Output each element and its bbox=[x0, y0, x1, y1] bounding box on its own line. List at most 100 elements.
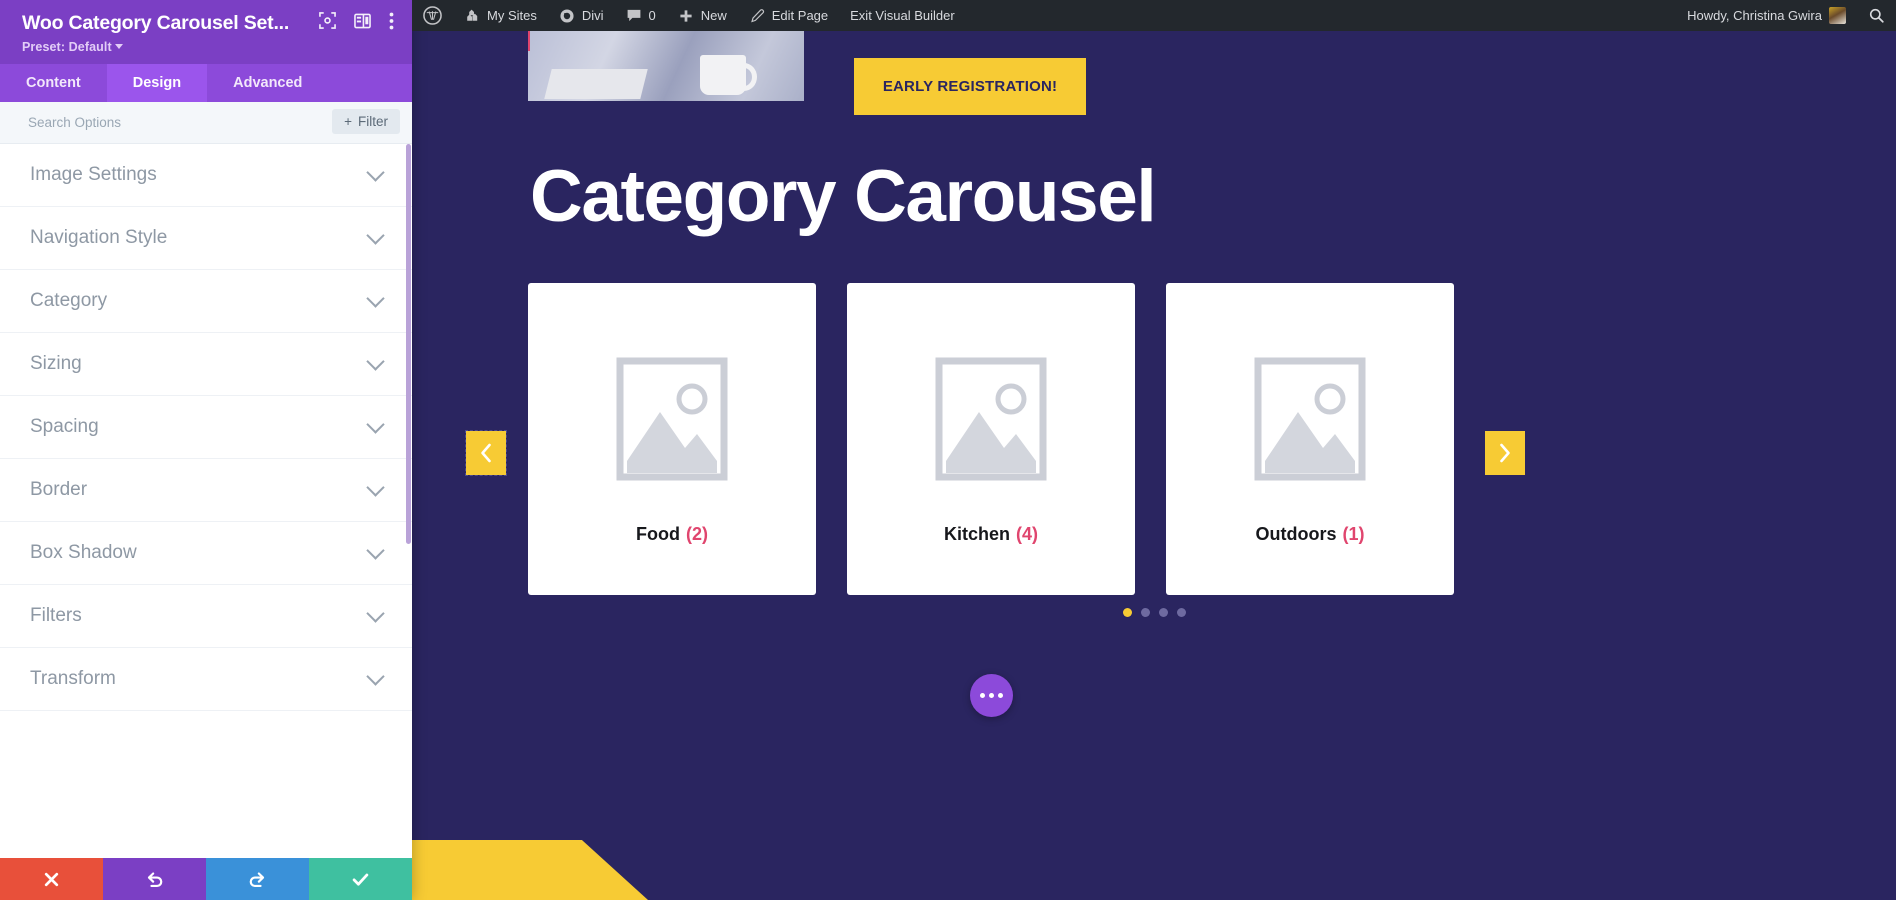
more-vertical-icon[interactable] bbox=[389, 12, 394, 35]
option-label: Category bbox=[30, 290, 108, 312]
category-name: Food bbox=[636, 524, 680, 544]
adminbar-greeting: Howdy, Christina Gwira bbox=[1687, 8, 1822, 23]
plus-icon: + bbox=[344, 114, 352, 130]
page-canvas: EARLY REGISTRATION! Category Carousel Fo… bbox=[412, 31, 1896, 900]
option-row-transform[interactable]: Transform bbox=[0, 648, 412, 712]
option-row-border[interactable]: Border bbox=[0, 459, 412, 523]
option-label: Spacing bbox=[30, 416, 99, 438]
filter-button-label: Filter bbox=[358, 114, 388, 130]
adminbar-item-new[interactable]: New bbox=[667, 0, 738, 31]
option-row-navigation-style[interactable]: Navigation Style bbox=[0, 207, 412, 271]
panel-option-list: Image Settings Navigation Style Category… bbox=[0, 144, 412, 858]
dot-glyph bbox=[998, 693, 1003, 698]
thumbnail-mug-shape bbox=[700, 55, 757, 95]
carousel-pagination bbox=[412, 608, 1896, 617]
category-card-label: Kitchen (4) bbox=[847, 524, 1135, 545]
wordpress-logo-icon bbox=[423, 6, 442, 25]
carousel-dot[interactable] bbox=[1158, 608, 1168, 617]
redo-icon bbox=[249, 872, 265, 888]
panel-header-row: Woo Category Carousel Set... bbox=[22, 11, 394, 35]
category-count: (1) bbox=[1342, 524, 1365, 544]
chevron-down-icon bbox=[366, 415, 385, 434]
search-icon bbox=[1869, 8, 1884, 23]
check-icon bbox=[352, 873, 369, 886]
option-row-category[interactable]: Category bbox=[0, 270, 412, 334]
panel-header-icons bbox=[319, 12, 394, 35]
option-label: Image Settings bbox=[30, 164, 157, 186]
thumbnail-laptop-shape bbox=[544, 69, 648, 99]
category-card[interactable]: Food (2) bbox=[528, 283, 816, 595]
panel-action-bar bbox=[0, 858, 412, 900]
tab-content[interactable]: Content bbox=[0, 64, 107, 102]
adminbar-label: New bbox=[700, 8, 727, 23]
adminbar-label: Exit Visual Builder bbox=[850, 8, 955, 23]
chevron-right-icon bbox=[1500, 443, 1510, 463]
option-label: Navigation Style bbox=[30, 227, 168, 249]
carousel-dot[interactable] bbox=[1176, 608, 1186, 617]
category-count: (2) bbox=[685, 524, 708, 544]
panel-scrollbar[interactable] bbox=[406, 144, 411, 545]
adminbar-item-divi[interactable]: Divi bbox=[548, 0, 615, 31]
hero-thumbnail-image bbox=[528, 31, 804, 101]
close-icon bbox=[44, 872, 59, 886]
module-settings-panel: Woo Category Carousel Set... Preset: Def… bbox=[0, 0, 412, 900]
placeholder-image-icon bbox=[1254, 357, 1366, 481]
builder-options-fab[interactable] bbox=[970, 674, 1013, 717]
discard-button[interactable] bbox=[0, 858, 103, 900]
early-registration-button[interactable]: EARLY REGISTRATION! bbox=[854, 58, 1086, 115]
carousel-dot[interactable] bbox=[1140, 608, 1150, 617]
chevron-down-icon bbox=[114, 44, 123, 50]
option-row-filters[interactable]: Filters bbox=[0, 585, 412, 649]
thumbnail-accent-bar bbox=[528, 31, 530, 51]
option-label: Sizing bbox=[30, 353, 82, 375]
option-row-image-settings[interactable]: Image Settings bbox=[0, 144, 412, 208]
carousel-next-button[interactable] bbox=[1485, 431, 1525, 475]
save-button[interactable] bbox=[309, 858, 412, 900]
chevron-down-icon bbox=[366, 541, 385, 560]
focus-target-icon[interactable] bbox=[319, 12, 336, 34]
plus-icon bbox=[680, 9, 692, 22]
wordpress-logo-button[interactable] bbox=[412, 0, 453, 31]
adminbar-label: My Sites bbox=[487, 8, 537, 23]
category-card[interactable]: Outdoors (1) bbox=[1166, 283, 1454, 595]
divi-icon bbox=[560, 8, 574, 23]
undo-icon bbox=[147, 872, 163, 888]
layout-columns-icon[interactable] bbox=[354, 13, 371, 34]
chevron-down-icon bbox=[366, 163, 385, 182]
adminbar-item-account[interactable]: Howdy, Christina Gwira bbox=[1676, 0, 1857, 31]
option-label: Transform bbox=[30, 668, 116, 690]
filter-button[interactable]: + Filter bbox=[332, 109, 400, 135]
adminbar-item-edit-page[interactable]: Edit Page bbox=[738, 0, 839, 31]
dot-glyph bbox=[980, 693, 985, 698]
wp-admin-bar: My Sites Divi 0 New Edit Page Exit Visua… bbox=[412, 0, 1896, 31]
panel-title: Woo Category Carousel Set... bbox=[22, 12, 290, 34]
placeholder-image-icon bbox=[935, 357, 1047, 481]
carousel-prev-button[interactable] bbox=[465, 430, 507, 476]
panel-search-bar: + Filter bbox=[0, 102, 412, 145]
adminbar-search-button[interactable] bbox=[1857, 0, 1896, 31]
panel-preset-selector[interactable]: Preset: Default bbox=[22, 40, 394, 54]
adminbar-item-comments[interactable]: 0 bbox=[615, 0, 667, 31]
page-title: Category Carousel bbox=[530, 156, 1157, 237]
category-card[interactable]: Kitchen (4) bbox=[847, 283, 1135, 595]
panel-header: Woo Category Carousel Set... Preset: Def… bbox=[0, 0, 412, 65]
adminbar-item-exit-visual-builder[interactable]: Exit Visual Builder bbox=[839, 0, 966, 31]
chevron-down-icon bbox=[366, 226, 385, 245]
adminbar-comment-count: 0 bbox=[648, 8, 656, 23]
redo-button[interactable] bbox=[206, 858, 309, 900]
option-row-box-shadow[interactable]: Box Shadow bbox=[0, 522, 412, 586]
decorative-yellow-wedge bbox=[412, 840, 648, 900]
adminbar-label: Edit Page bbox=[771, 8, 829, 23]
sites-icon bbox=[467, 9, 478, 21]
tab-advanced[interactable]: Advanced bbox=[207, 64, 328, 102]
undo-button[interactable] bbox=[103, 858, 206, 900]
tab-design[interactable]: Design bbox=[106, 64, 208, 103]
adminbar-item-my-sites[interactable]: My Sites bbox=[453, 0, 548, 31]
category-card-label: Food (2) bbox=[528, 524, 816, 545]
option-row-spacing[interactable]: Spacing bbox=[0, 396, 412, 460]
option-label: Box Shadow bbox=[30, 542, 137, 564]
chevron-down-icon bbox=[366, 667, 385, 686]
carousel-dot[interactable] bbox=[1122, 608, 1132, 617]
option-row-sizing[interactable]: Sizing bbox=[0, 333, 412, 397]
placeholder-image-icon bbox=[616, 357, 728, 481]
